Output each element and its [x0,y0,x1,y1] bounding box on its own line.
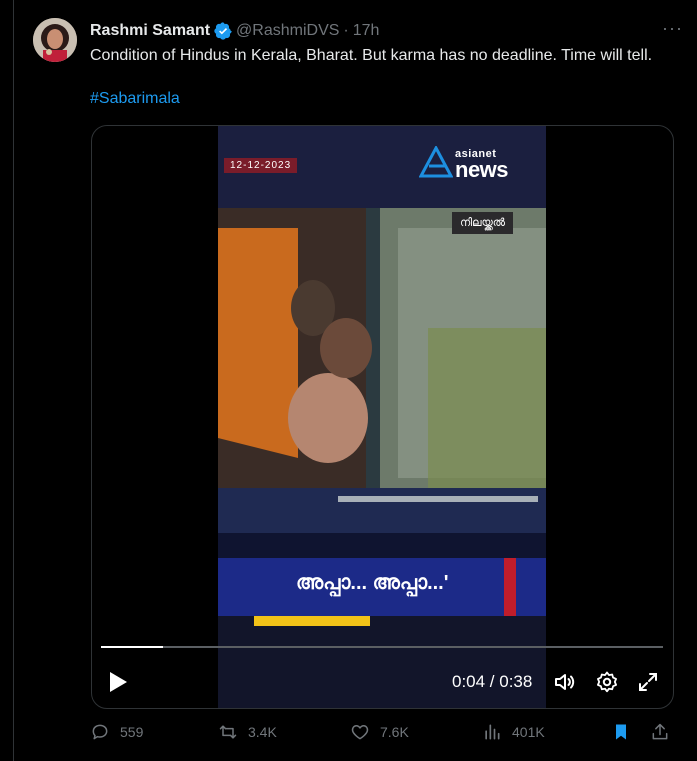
logo-news-text: news [455,157,509,182]
like-button[interactable]: 7.6K [350,720,409,744]
date-badge: 12-12-2023 [224,158,298,173]
action-bar: 559 3.4K 7.6K 401K [90,720,680,744]
video-frame[interactable]: 12-12-2023 asianet news നിലയ്ക്കൽ അപ്പാ.… [218,126,546,708]
views-count: 401K [512,724,545,740]
hashtag-link[interactable]: #Sabarimala [90,90,180,108]
channel-logo: asianet news [419,146,529,182]
video-timecode: 0:04 / 0:38 [452,672,533,691]
video-player[interactable]: 12-12-2023 asianet news നിലയ്ക്കൽ അപ്പാ.… [91,125,674,709]
reply-icon [92,724,108,740]
play-icon[interactable] [108,671,128,693]
views-chart-icon [485,724,500,740]
author-handle[interactable]: @RashmiDVS [236,22,339,40]
repost-count: 3.4K [248,724,277,740]
progress-bar[interactable] [101,646,663,648]
verified-badge-icon [214,22,232,40]
reply-button[interactable]: 559 [90,720,143,744]
tweet-header: Rashmi Samant @RashmiDVS · 17h [90,20,687,42]
views-button[interactable]: 401K [482,720,545,744]
bookmark-icon [616,724,626,740]
fullscreen-icon[interactable] [636,670,660,694]
ticker-strip [254,616,370,626]
heart-icon [351,725,369,740]
lower-third-text: അപ്പാ... അപ്പാ...' [296,572,449,594]
author-name[interactable]: Rashmi Samant [90,22,210,40]
share-icon [652,723,668,740]
share-button[interactable] [650,720,680,744]
like-count: 7.6K [380,724,409,740]
channel-logo-icon [419,146,453,178]
tweet-card[interactable]: Rashmi Samant @RashmiDVS · 17h ··· Condi… [13,0,697,761]
repost-icon [219,725,237,739]
separator-dot: · [343,22,349,39]
volume-icon[interactable] [553,670,577,694]
video-scene-image [218,208,546,558]
repost-button[interactable]: 3.4K [218,720,277,744]
lower-third-banner: അപ്പാ... അപ്പാ...' [218,558,546,616]
progress-fill [101,646,163,648]
more-options-button[interactable]: ··· [662,18,683,39]
location-tag: നിലയ്ക്കൽ [452,212,514,234]
bookmark-button[interactable] [611,720,641,744]
tweet-text: Condition of Hindus in Kerala, Bharat. B… [90,47,653,64]
lower-third-accent [504,558,516,616]
timestamp[interactable]: 17h [353,22,380,40]
reply-count: 559 [120,724,144,740]
gear-icon[interactable] [595,670,619,694]
avatar[interactable] [33,18,77,62]
